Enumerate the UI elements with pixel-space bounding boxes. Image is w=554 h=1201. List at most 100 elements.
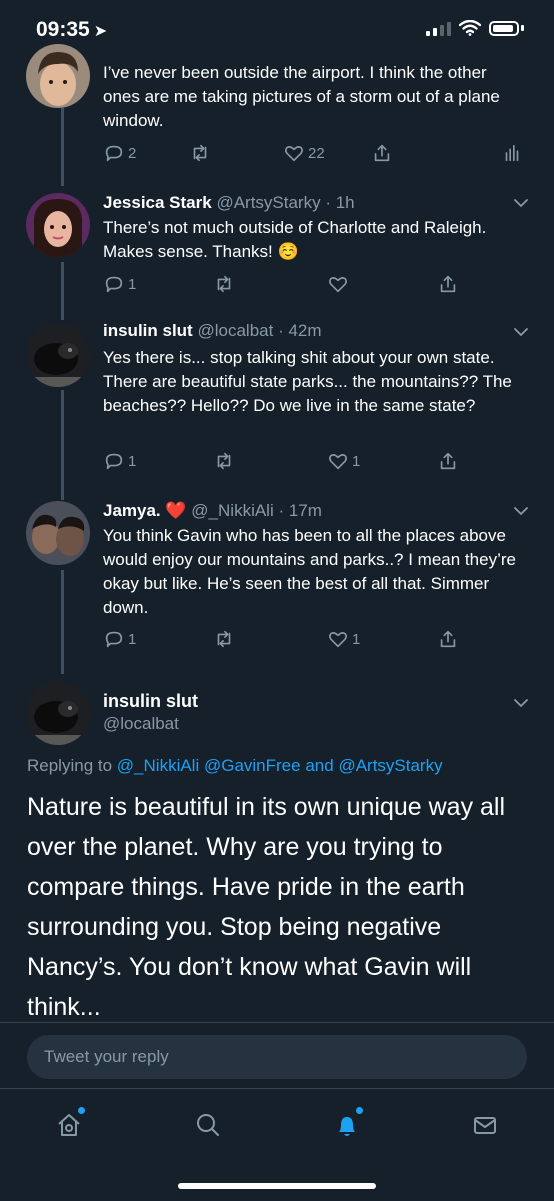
reply-button[interactable]: 1: [103, 273, 136, 295]
chevron-down-icon[interactable]: [512, 694, 530, 712]
wifi-icon: [459, 20, 481, 36]
avatar[interactable]: [26, 44, 90, 108]
heart-icon: [329, 632, 347, 648]
reply-bar: [0, 1022, 554, 1087]
heart-icon: [329, 277, 347, 293]
tweet-actions: 1: [103, 273, 523, 301]
tweet-text: There’s not much outside of Charlotte an…: [103, 218, 487, 261]
replying-prefix: Replying to: [27, 756, 113, 775]
thread-line: [61, 108, 64, 186]
analytics-button[interactable]: [501, 142, 523, 164]
like-button[interactable]: 1: [327, 628, 360, 650]
mention-link[interactable]: @GavinFree: [204, 756, 301, 775]
mention-link[interactable]: @_NikkiAli: [117, 756, 199, 775]
battery-tip: [521, 25, 524, 31]
reply-button[interactable]: 1: [103, 628, 136, 650]
share-icon: [440, 452, 456, 470]
status-icons: [426, 20, 524, 36]
like-button[interactable]: [327, 273, 349, 295]
avatar[interactable]: [26, 193, 90, 257]
reply-button[interactable]: 2: [103, 142, 136, 164]
reply-icon: [105, 145, 123, 162]
status-time: 09:35 ➤: [36, 18, 107, 42]
chevron-down-icon[interactable]: [512, 323, 530, 341]
tab-notifications[interactable]: [327, 1105, 367, 1145]
author-handle[interactable]: @_NikkiAli: [191, 501, 273, 520]
home-indicator: [178, 1183, 376, 1189]
analytics-icon: [505, 144, 519, 162]
tab-search[interactable]: [188, 1105, 228, 1145]
notifications-icon: [339, 1117, 355, 1136]
home-icon: [58, 1114, 80, 1136]
author-handle[interactable]: @localbat: [103, 714, 179, 734]
status-bar: 09:35 ➤: [0, 0, 554, 60]
thread-line: [61, 570, 64, 674]
retweet-icon: [217, 452, 231, 470]
avatar[interactable]: [26, 323, 90, 387]
focused-tweet-text: Nature is beautiful in its own unique wa…: [27, 793, 506, 1021]
like-button[interactable]: 22: [283, 142, 325, 164]
share-button[interactable]: [371, 142, 393, 164]
share-icon: [440, 275, 456, 293]
chevron-down-icon[interactable]: [512, 502, 530, 520]
share-button[interactable]: [437, 628, 459, 650]
retweet-button[interactable]: [189, 142, 214, 164]
author-handle[interactable]: @ArtsyStarky: [216, 193, 320, 212]
tweet-actions: 1 1: [103, 450, 523, 478]
like-count: 1: [352, 630, 361, 648]
like-button[interactable]: 1: [327, 450, 360, 472]
reply-input[interactable]: [27, 1035, 527, 1079]
battery-icon: [489, 20, 519, 36]
retweet-button[interactable]: [213, 628, 235, 650]
signal-icon: [426, 20, 451, 36]
heart-icon: [329, 454, 347, 470]
like-count: 1: [352, 452, 361, 470]
tweet-text: You think Gavin who has been to all the …: [103, 526, 516, 617]
tweet-header: insulin slut @localbat · 42m: [103, 321, 322, 341]
retweet-button[interactable]: [213, 450, 235, 472]
tweet-time: · 17m: [278, 501, 322, 520]
retweet-icon: [217, 275, 231, 293]
retweet-icon: [193, 144, 207, 162]
tweet-header: Jessica Stark @ArtsyStarky · 1h: [103, 193, 355, 213]
author-name[interactable]: insulin slut: [103, 321, 193, 340]
avatar[interactable]: [26, 501, 90, 565]
reply-count: 1: [128, 275, 137, 293]
reply-count: 1: [128, 452, 137, 470]
like-count: 22: [308, 144, 325, 162]
reply-button[interactable]: 1: [103, 450, 136, 472]
share-button[interactable]: [437, 273, 459, 295]
tweet-text: I’ve never been outside the airport. I t…: [103, 63, 500, 130]
author-name[interactable]: Jamya. ❤️: [103, 501, 187, 520]
home-unread-dot: [78, 1107, 85, 1114]
tweet-header: Jamya. ❤️ @_NikkiAli · 17m: [103, 501, 322, 521]
author-handle[interactable]: @localbat: [197, 321, 273, 340]
chevron-down-icon[interactable]: [512, 194, 530, 212]
author-name[interactable]: insulin slut: [103, 691, 198, 712]
mention-link[interactable]: @ArtsyStarky: [338, 756, 442, 775]
tab-messages[interactable]: [465, 1105, 505, 1145]
reply-count: 2: [128, 144, 137, 162]
retweet-button[interactable]: [213, 273, 235, 295]
tweet-actions: 2 22: [103, 142, 523, 170]
search-icon: [197, 1114, 219, 1136]
location-icon: ➤: [93, 23, 108, 40]
reply-icon: [105, 453, 123, 470]
status-time-text: 09:35: [36, 18, 90, 41]
avatar[interactable]: [26, 681, 90, 745]
messages-icon: [474, 1117, 496, 1134]
reply-count: 1: [128, 630, 137, 648]
tweet-time: · 42m: [278, 321, 322, 340]
retweet-icon: [217, 630, 231, 648]
tweet-actions: 1 1: [103, 628, 523, 656]
share-icon: [374, 144, 390, 162]
author-name[interactable]: Jessica Stark: [103, 193, 212, 212]
tab-home[interactable]: [49, 1105, 89, 1145]
thread-line: [61, 390, 64, 500]
heart-icon: [285, 146, 303, 162]
thread-line: [61, 262, 64, 320]
replying-to: Replying to @_NikkiAli @GavinFree and @A…: [27, 756, 443, 776]
mention-and: and: [305, 756, 334, 775]
tweet-time: · 1h: [325, 193, 355, 212]
share-button[interactable]: [437, 450, 459, 472]
